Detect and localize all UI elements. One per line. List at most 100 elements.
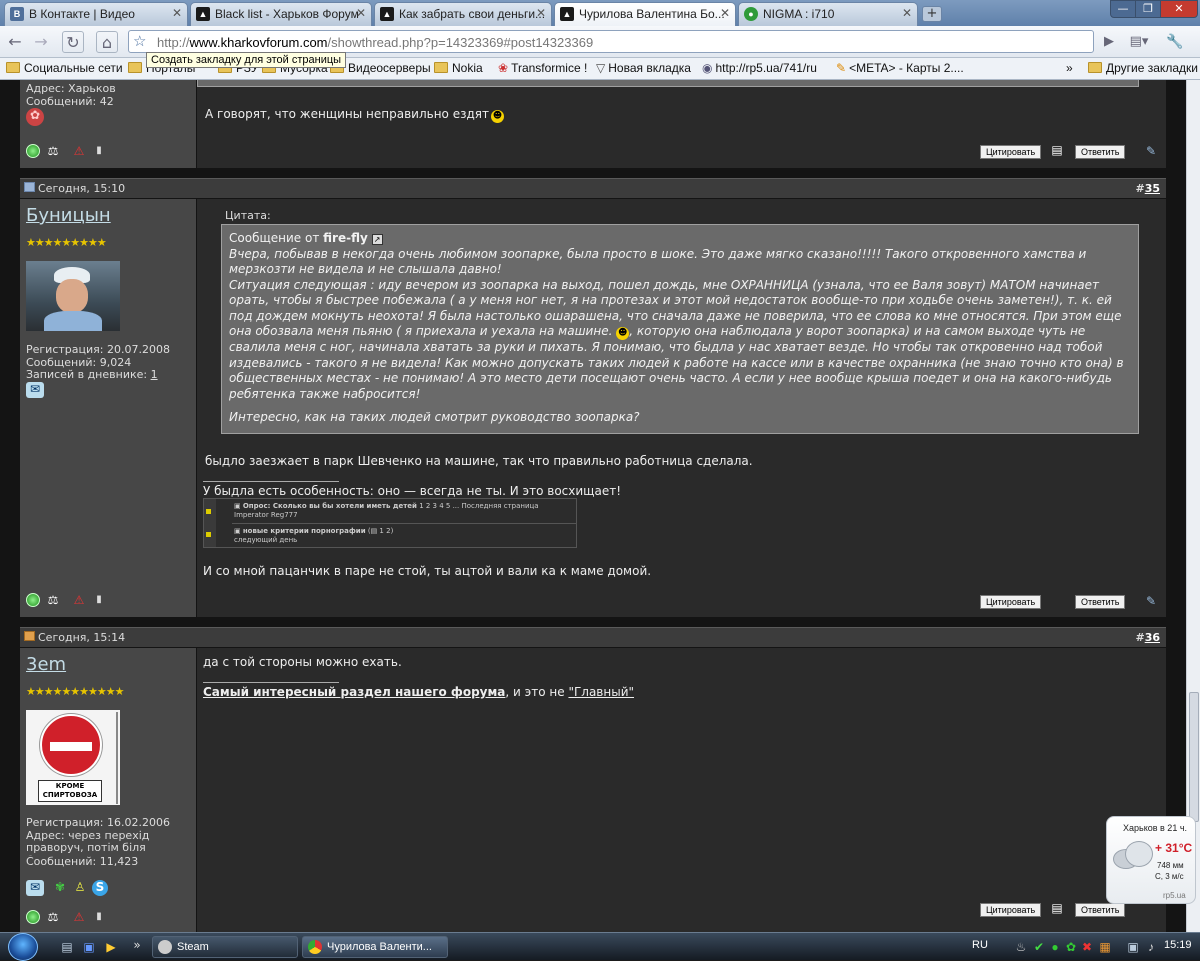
volume-icon[interactable]: ♪ bbox=[1144, 940, 1158, 954]
pin-icon[interactable]: ▮ bbox=[92, 144, 106, 158]
multiquote-icon[interactable]: ✎ bbox=[1144, 144, 1158, 158]
bookmark-link[interactable]: ◉ http://rp5.ua/741/ru bbox=[702, 61, 817, 75]
bookmark-link[interactable]: ❀ Transformice ! bbox=[498, 61, 587, 75]
tray-folder-icon[interactable]: ▦ bbox=[1098, 940, 1112, 954]
multiquote-icon[interactable]: ✎ bbox=[1144, 594, 1158, 608]
home-icon[interactable]: ⌂ bbox=[96, 31, 118, 53]
other-bookmarks[interactable]: Другие закладки bbox=[1088, 61, 1198, 75]
view-post-icon[interactable]: ↗ bbox=[371, 234, 383, 245]
quote-box: Сообщение от fire-fly ↗ Вчера, побывав в… bbox=[221, 224, 1139, 434]
start-button[interactable] bbox=[8, 933, 38, 961]
quote-paragraph: Ситуация следующая : иду вечером из зооп… bbox=[229, 277, 1124, 401]
bookmark-link[interactable]: ✎ <META> - Карты 2.... bbox=[836, 61, 964, 75]
page-menu-icon[interactable]: ▤▾ bbox=[1128, 31, 1150, 53]
url-text[interactable]: http://www.kharkovforum.com/showthread.p… bbox=[157, 35, 593, 50]
clock[interactable]: 15:19 bbox=[1164, 939, 1192, 951]
warning-icon[interactable]: ⚠ bbox=[72, 910, 86, 924]
weather-source[interactable]: rp5.ua bbox=[1163, 891, 1186, 900]
pin-icon[interactable]: ▮ bbox=[92, 593, 106, 607]
reply-button[interactable]: Ответить bbox=[1075, 595, 1126, 609]
diary-link[interactable]: 1 bbox=[151, 368, 158, 381]
minimize-button[interactable]: — bbox=[1110, 0, 1136, 18]
signature-link[interactable]: "Главный" bbox=[568, 685, 634, 699]
tab-vkontakte[interactable]: В В Контакте | Видео ✕ bbox=[4, 2, 188, 26]
address-bar[interactable]: ☆ http://www.kharkovforum.com/showthread… bbox=[128, 30, 1094, 53]
weather-gadget[interactable]: Харьков в 21 ч. + 31°C 748 мм С, 3 м/с r… bbox=[1106, 816, 1196, 904]
icq-icon[interactable]: ✉ bbox=[26, 382, 44, 398]
taskbar-chrome[interactable]: Чурилова Валенти... bbox=[302, 936, 448, 958]
close-window-button[interactable]: ✕ bbox=[1160, 0, 1198, 18]
pin-icon[interactable]: ▮ bbox=[92, 910, 106, 924]
tray-green-icon[interactable]: ● bbox=[1048, 940, 1062, 954]
scales-icon[interactable]: ⚖ bbox=[46, 910, 60, 924]
bookmark-folder[interactable]: Nokia bbox=[434, 61, 483, 75]
post-text: быдло заезжает в парк Шевченко на машине… bbox=[205, 454, 753, 468]
quote-paragraph: Интересно, как на таких людей смотрит ру… bbox=[229, 410, 640, 424]
tab-title: Чурилова Валентина Бо... bbox=[579, 7, 725, 21]
bookmark-folder[interactable]: Социальные сети bbox=[6, 61, 123, 75]
media-player-icon[interactable]: ▶ bbox=[104, 940, 118, 954]
close-tab-icon[interactable]: ✕ bbox=[902, 6, 912, 20]
tab-money[interactable]: ▲ Как забрать свои деньги... ✕ bbox=[374, 2, 552, 26]
flower-icon[interactable]: ✾ bbox=[52, 880, 68, 896]
signature-text: И со мной пацанчик в паре не стой, ты ац… bbox=[203, 564, 652, 578]
user-info: Регистрация: 20.07.2008 Сообщений: 9,024… bbox=[26, 343, 194, 382]
tray-steam-icon[interactable]: ♨ bbox=[1014, 940, 1028, 954]
new-tab-button[interactable]: + bbox=[922, 6, 942, 22]
reply-button[interactable]: Ответить bbox=[1075, 903, 1126, 917]
tab-black-list[interactable]: ▲ Black list - Харьков Форум ✕ bbox=[190, 2, 372, 26]
tray-red-icon[interactable]: ✖ bbox=[1080, 940, 1094, 954]
icq-icon[interactable]: ✉ bbox=[26, 880, 44, 896]
forum-page: Адрес: Харьков Сообщений: 42 ✿ ⚖ ⚠ ▮ А г… bbox=[0, 80, 1186, 932]
quote-button[interactable]: Цитировать bbox=[980, 595, 1042, 609]
tab-churilova[interactable]: ▲ Чурилова Валентина Бо... ✕ bbox=[554, 2, 736, 26]
back-icon[interactable]: ← bbox=[4, 31, 26, 53]
scales-icon[interactable]: ⚖ bbox=[46, 593, 60, 607]
post-date: Сегодня, 15:14 bbox=[24, 631, 125, 644]
close-tab-icon[interactable]: ✕ bbox=[172, 6, 182, 20]
post-number[interactable]: #36 bbox=[1135, 631, 1160, 644]
close-tab-icon[interactable]: ✕ bbox=[720, 6, 730, 20]
language-indicator[interactable]: RU bbox=[972, 939, 988, 951]
quote-button[interactable]: Цитировать bbox=[980, 903, 1042, 917]
online-status-icon bbox=[26, 593, 40, 607]
figure-icon[interactable]: ♙ bbox=[72, 880, 88, 896]
reload-icon[interactable]: ↻ bbox=[62, 31, 84, 53]
maximize-button[interactable]: ❐ bbox=[1135, 0, 1161, 18]
bookmark-link[interactable]: ▽ Новая вкладка bbox=[596, 61, 691, 75]
sig-img-text: ▣ Опрос: Сколько вы бы хотели иметь дете… bbox=[234, 502, 539, 510]
bookmark-star-icon[interactable]: ☆ bbox=[133, 32, 146, 50]
reply-button[interactable]: Ответить bbox=[1075, 145, 1126, 159]
warning-icon[interactable]: ⚠ bbox=[72, 593, 86, 607]
scrollbar-thumb[interactable] bbox=[1189, 692, 1199, 822]
network-icon[interactable]: ▣ bbox=[1126, 940, 1140, 954]
report-icon[interactable]: ▤ bbox=[1050, 143, 1064, 157]
quote-label: Цитата: bbox=[225, 209, 271, 222]
wrench-icon[interactable]: 🔧 bbox=[1164, 31, 1186, 53]
forward-icon[interactable]: → bbox=[30, 31, 52, 53]
taskbar-steam[interactable]: Steam bbox=[152, 936, 298, 958]
go-icon[interactable]: ▶ bbox=[1098, 31, 1120, 53]
scales-icon[interactable]: ⚖ bbox=[46, 144, 60, 158]
page-scrollbar[interactable] bbox=[1186, 80, 1200, 932]
quick-launch-more-icon[interactable]: » bbox=[130, 938, 144, 952]
tab-nigma[interactable]: ● NIGMA : i710 ✕ bbox=[738, 2, 918, 26]
laughing-smiley-icon: ☻ bbox=[616, 327, 630, 340]
username-link[interactable]: Буницын bbox=[26, 205, 111, 226]
tray-check-icon[interactable]: ✔ bbox=[1032, 940, 1046, 954]
tray-icq-icon[interactable]: ✿ bbox=[1064, 940, 1078, 954]
close-tab-icon[interactable]: ✕ bbox=[356, 6, 366, 20]
signature-link[interactable]: Самый интересный раздел нашего форума bbox=[203, 685, 505, 699]
report-icon[interactable]: ▤ bbox=[1050, 901, 1064, 915]
show-desktop-icon[interactable]: ▤ bbox=[60, 940, 74, 954]
tab-bar: В В Контакте | Видео ✕ ▲ Black list - Ха… bbox=[0, 0, 1200, 26]
explorer-icon[interactable]: ▣ bbox=[82, 940, 96, 954]
username-link[interactable]: 3em bbox=[26, 654, 66, 675]
quote-button[interactable]: Цитировать bbox=[980, 145, 1042, 159]
reputation-stars: ★★★★★★★★★★★ bbox=[26, 685, 124, 698]
warning-icon[interactable]: ⚠ bbox=[72, 144, 86, 158]
close-tab-icon[interactable]: ✕ bbox=[536, 6, 546, 20]
post-number[interactable]: #35 bbox=[1135, 182, 1160, 195]
skype-icon[interactable]: S bbox=[92, 880, 108, 896]
more-bookmarks-icon[interactable]: » bbox=[1066, 61, 1073, 75]
